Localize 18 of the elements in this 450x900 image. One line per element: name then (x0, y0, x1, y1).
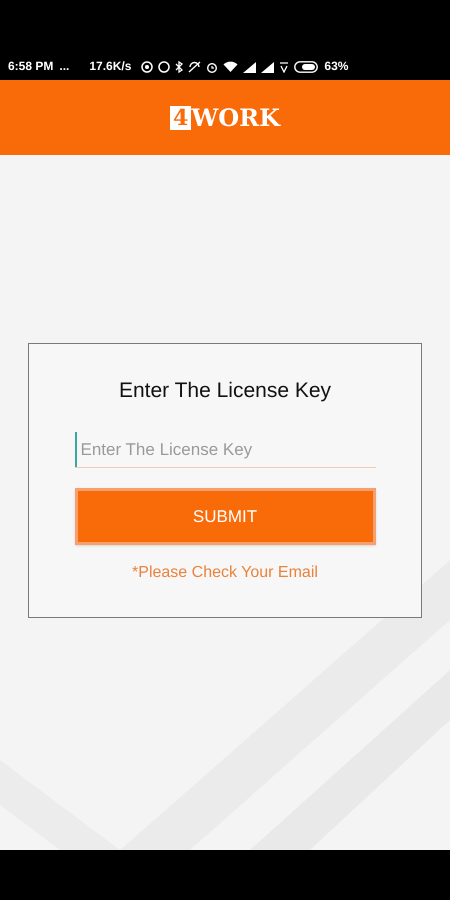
logo-badge: 4 (170, 106, 192, 130)
bluetooth-icon (175, 61, 184, 73)
alarm-icon (206, 61, 218, 73)
battery-icon (294, 61, 318, 73)
submit-button[interactable]: SUBMIT (74, 488, 376, 545)
signal-icon (261, 62, 274, 72)
license-key-field[interactable]: Enter The License Key (74, 432, 376, 468)
email-note: *Please Check Your Email (132, 563, 318, 583)
battery-percent: 63% (324, 58, 348, 75)
status-more: ... (59, 58, 70, 75)
circle-icon (141, 61, 154, 73)
logo-text: WORK (191, 106, 280, 130)
network-speed: 17.6K/s (89, 58, 132, 75)
signal-icon (243, 62, 256, 72)
wifi-icon (223, 61, 238, 73)
status-time: 6:58 PM (8, 58, 54, 75)
card-title: Enter The License Key (118, 378, 332, 404)
ring-icon (158, 61, 170, 73)
